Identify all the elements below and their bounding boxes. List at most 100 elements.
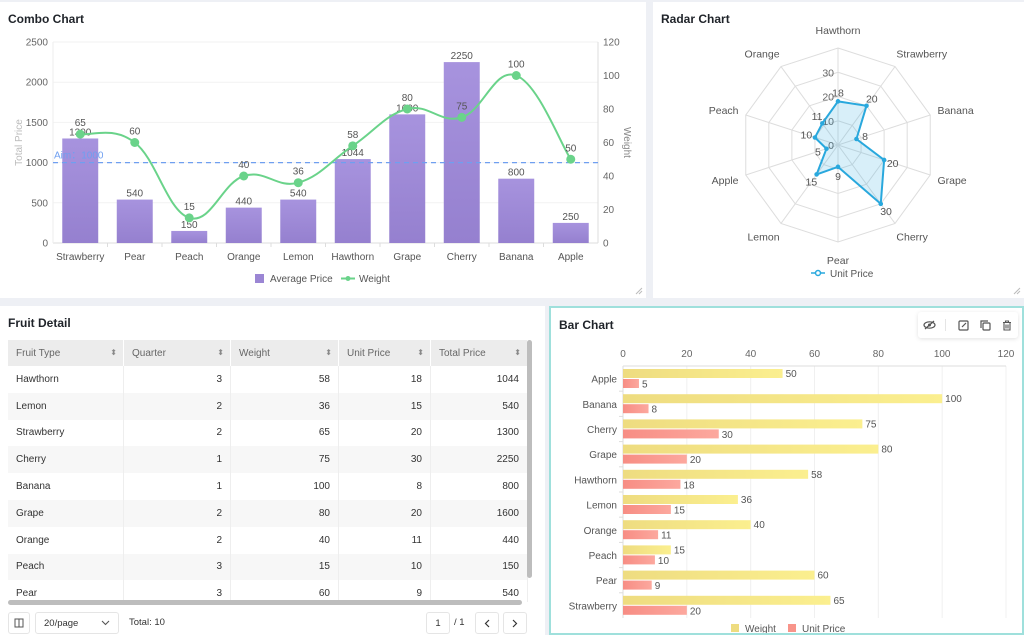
table-row[interactable]: Cherry 1 75 30 2250 (8, 446, 528, 474)
horizontal-scrollbar[interactable] (8, 600, 522, 605)
bar-unit-price-label: 18 (683, 480, 695, 491)
current-page-input[interactable]: 1 (426, 612, 450, 634)
table-cell-fruit-type: Banana (8, 473, 124, 500)
bar-unit-price (623, 479, 681, 489)
y2-axis-title: Weight (621, 127, 632, 158)
resize-handle-icon[interactable] (635, 287, 643, 295)
weight-data-label: 36 (293, 167, 305, 178)
x-tick-label: 20 (681, 349, 693, 360)
radar-point (854, 136, 859, 142)
bar-average-price (171, 230, 208, 243)
column-header-quarter[interactable]: Quarter ⬍ (123, 340, 231, 366)
table-cell-fruit-type: Lemon (8, 392, 124, 420)
prev-page-button[interactable] (475, 612, 499, 634)
bar-unit-price-label: 20 (690, 455, 702, 466)
column-settings-button[interactable] (8, 612, 30, 634)
column-header-unit-price[interactable]: Unit Price ⬍ (338, 340, 431, 366)
radar-axis-label: Peach (709, 105, 739, 117)
radar-axis-label: Banana (937, 105, 973, 117)
radar-axis-label: Grape (937, 175, 966, 187)
table-row[interactable]: Orange 2 40 11 440 (8, 526, 528, 554)
table-cell-quarter: 3 (123, 580, 231, 602)
bar-unit-price-label: 20 (690, 606, 702, 617)
bar-data-label: 250 (562, 212, 579, 223)
radar-axis-label: Strawberry (896, 49, 948, 61)
table-cell-unit-price: 11 (338, 526, 431, 554)
y-tick-label: Apple (591, 375, 617, 386)
bar-weight-label: 75 (865, 419, 877, 430)
resize-handle-icon[interactable] (1013, 287, 1021, 295)
radar-data-label: 10 (801, 130, 813, 142)
table-cell-quarter: 2 (123, 499, 231, 527)
x-tick-label: Lemon (283, 252, 314, 263)
column-header-total-price[interactable]: Total Price ⬍ (430, 340, 528, 366)
fruit-detail-table: Fruit Type ⬍ Quarter ⬍ Weight ⬍ Unit Price ⬍… (8, 340, 528, 602)
table-row[interactable]: Lemon 2 36 15 540 (8, 392, 528, 420)
x-tick-label: Hawthorn (331, 252, 374, 263)
column-header-fruit-type[interactable]: Fruit Type ⬍ (8, 340, 124, 366)
bar-data-label: 540 (290, 189, 307, 200)
radar-axis-label: Lemon (747, 231, 779, 243)
table-header-row: Fruit Type ⬍ Quarter ⬍ Weight ⬍ Unit Price ⬍… (8, 340, 528, 366)
table-cell-quarter: 1 (123, 446, 231, 474)
y-tick-label: 1500 (26, 118, 49, 129)
page-size-value: 20/page (44, 617, 79, 629)
bar-unit-price (623, 454, 687, 464)
radar-point (835, 99, 841, 104)
next-page-button[interactable] (503, 612, 527, 634)
sort-icon[interactable]: ⬍ (325, 348, 332, 357)
table-cell-total-price: 540 (430, 392, 528, 420)
weight-point (293, 178, 303, 188)
radar-axis-label: Hawthorn (816, 25, 861, 37)
radar-chart-panel: Radar Chart Hawthorn Strawberry Banana Grap… (653, 2, 1024, 298)
table-cell-unit-price: 18 (338, 366, 431, 393)
sort-icon[interactable]: ⬍ (110, 348, 117, 357)
page-count: / 1 (454, 617, 465, 628)
columns-icon (14, 618, 24, 628)
bar-weight (623, 369, 783, 378)
legend-swatch-unit-price (788, 624, 796, 632)
weight-data-label: 100 (508, 60, 525, 71)
table-row[interactable]: Strawberry 2 65 20 1300 (8, 419, 528, 447)
y2-tick-label: 80 (603, 105, 615, 116)
vertical-scrollbar[interactable] (527, 340, 532, 578)
table-cell-fruit-type: Strawberry (8, 419, 124, 447)
weight-point (348, 141, 358, 151)
column-header-label: Quarter (132, 347, 166, 359)
bar-unit-price (623, 404, 649, 414)
table-cell-quarter: 2 (123, 392, 231, 420)
table-cell-weight: 80 (230, 499, 339, 527)
legend-swatch-weight-dot (345, 276, 351, 281)
column-header-weight[interactable]: Weight ⬍ (230, 340, 339, 366)
sort-icon[interactable]: ⬍ (514, 348, 521, 357)
table-row[interactable]: Banana 1 100 8 800 (8, 473, 528, 500)
legend-swatch-weight (731, 624, 739, 632)
table-cell-weight: 58 (230, 366, 339, 393)
table-cell-unit-price: 20 (338, 499, 431, 527)
sort-icon[interactable]: ⬍ (417, 348, 424, 357)
y-tick-label: 2500 (26, 38, 49, 49)
column-header-label: Unit Price (347, 347, 391, 359)
table-row[interactable]: Pear 3 60 9 540 (8, 580, 528, 602)
legend-label-weight: Weight (745, 624, 776, 633)
bar-unit-price (623, 379, 639, 388)
table-row[interactable]: Peach 3 15 10 150 (8, 553, 528, 581)
legend-label-average-price: Average Price (270, 274, 333, 285)
combo-chart-panel: Combo Chart 0 500 1000 1500 2000 2500 0 20 40 60 8… (0, 2, 646, 298)
table-cell-fruit-type: Hawthorn (8, 366, 124, 393)
fruit-detail-table-wrapper: Fruit Type ⬍ Quarter ⬍ Weight ⬍ Unit Price ⬍… (8, 340, 536, 602)
y-tick-label: Orange (584, 526, 618, 537)
weight-data-label: 60 (129, 127, 141, 138)
table-row[interactable]: Hawthorn 3 58 18 1044 (8, 366, 528, 393)
page-size-select[interactable]: 20/page (35, 612, 119, 634)
bar-weight (623, 394, 943, 404)
weight-data-label: 75 (456, 101, 468, 112)
bar-chart-panel[interactable]: Bar Chart 0 20 40 60 80 100 120 Apple 50 5 Banana 1… (549, 306, 1024, 635)
sort-icon[interactable]: ⬍ (217, 348, 224, 357)
table-row[interactable]: Grape 2 80 20 1600 (8, 499, 528, 527)
bar-unit-price-label: 5 (642, 380, 648, 391)
bar-weight (623, 469, 809, 479)
radar-axis-label: Cherry (896, 231, 928, 243)
y-tick-label: Grape (589, 450, 617, 461)
weight-point (511, 71, 521, 80)
